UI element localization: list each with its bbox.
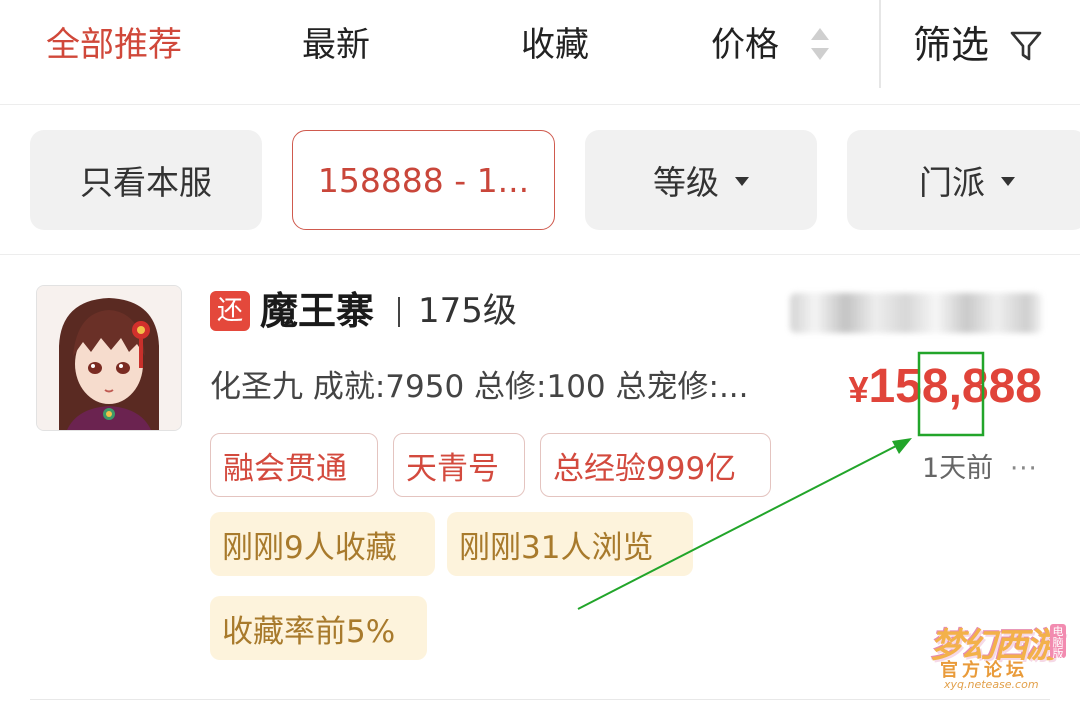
chip-price-range[interactable]: 158888 - 1... [292,130,555,230]
blurred-server-name [790,293,1042,333]
ellipsis-icon[interactable]: ··· [1010,452,1038,486]
chip-label: 只看本服 [80,163,212,202]
tag-favorite-rank: 收藏率前5% [210,596,427,660]
sort-up-down-icon[interactable] [809,26,831,62]
character-name: 魔王寨 [260,289,375,333]
price-currency: ¥ [848,369,869,410]
character-avatar[interactable] [36,285,182,431]
sort-divider [879,0,881,88]
tag-recent-favorites: 刚刚9人收藏 [210,512,435,576]
forum-watermark-logo: 梦幻西游 电脑版 官方论坛 xyq.netease.com [930,614,1072,694]
listing-time: 1天前 [922,453,994,484]
chip-same-server[interactable]: 只看本服 [30,130,262,230]
return-badge: 还 [210,291,250,331]
character-summary: 化圣九 成就:7950 总修:100 总宠修:... [210,369,749,405]
watermark-url: xyq.netease.com [944,678,1039,691]
caret-down-icon [1001,176,1015,186]
tag-recent-views: 刚刚31人浏览 [447,512,693,576]
character-level: 175级 [418,291,517,331]
chip-label: 158888 - 1... [317,160,530,200]
listing-price: ¥158,888 [848,357,1042,428]
card-divider [30,699,1050,700]
name-level-divider [398,297,400,327]
sort-bar: 全部推荐 最新 收藏 价格 筛选 [0,0,1080,105]
listing-card[interactable]: 还 魔王寨 175级 化圣九 成就:7950 总修:100 总宠修:... ¥1… [0,255,1080,701]
filter-chips-row: 只看本服 158888 - 1... 等级 门派 [0,104,1080,255]
character-portrait-image [37,286,181,430]
chip-label: 等级 [653,163,719,202]
funnel-icon[interactable] [1008,28,1044,64]
tag-experience: 总经验999亿 [540,433,771,497]
tab-all-recommended[interactable]: 全部推荐 [46,0,182,90]
chip-sect-dropdown[interactable]: 门派 [847,130,1080,230]
chip-level-dropdown[interactable]: 等级 [585,130,817,230]
tab-price[interactable]: 价格 [711,0,779,90]
caret-down-icon [735,176,749,186]
tag-account: 天青号 [393,433,525,497]
price-amount: 158,888 [868,360,1042,413]
tab-favorites[interactable]: 收藏 [521,0,589,90]
tag-skill: 融会贯通 [210,433,378,497]
chip-label: 门派 [919,163,985,202]
watermark-edition-tag: 电脑版 [1050,624,1066,659]
tab-newest[interactable]: 最新 [302,0,370,90]
filter-button[interactable]: 筛选 [913,0,989,90]
